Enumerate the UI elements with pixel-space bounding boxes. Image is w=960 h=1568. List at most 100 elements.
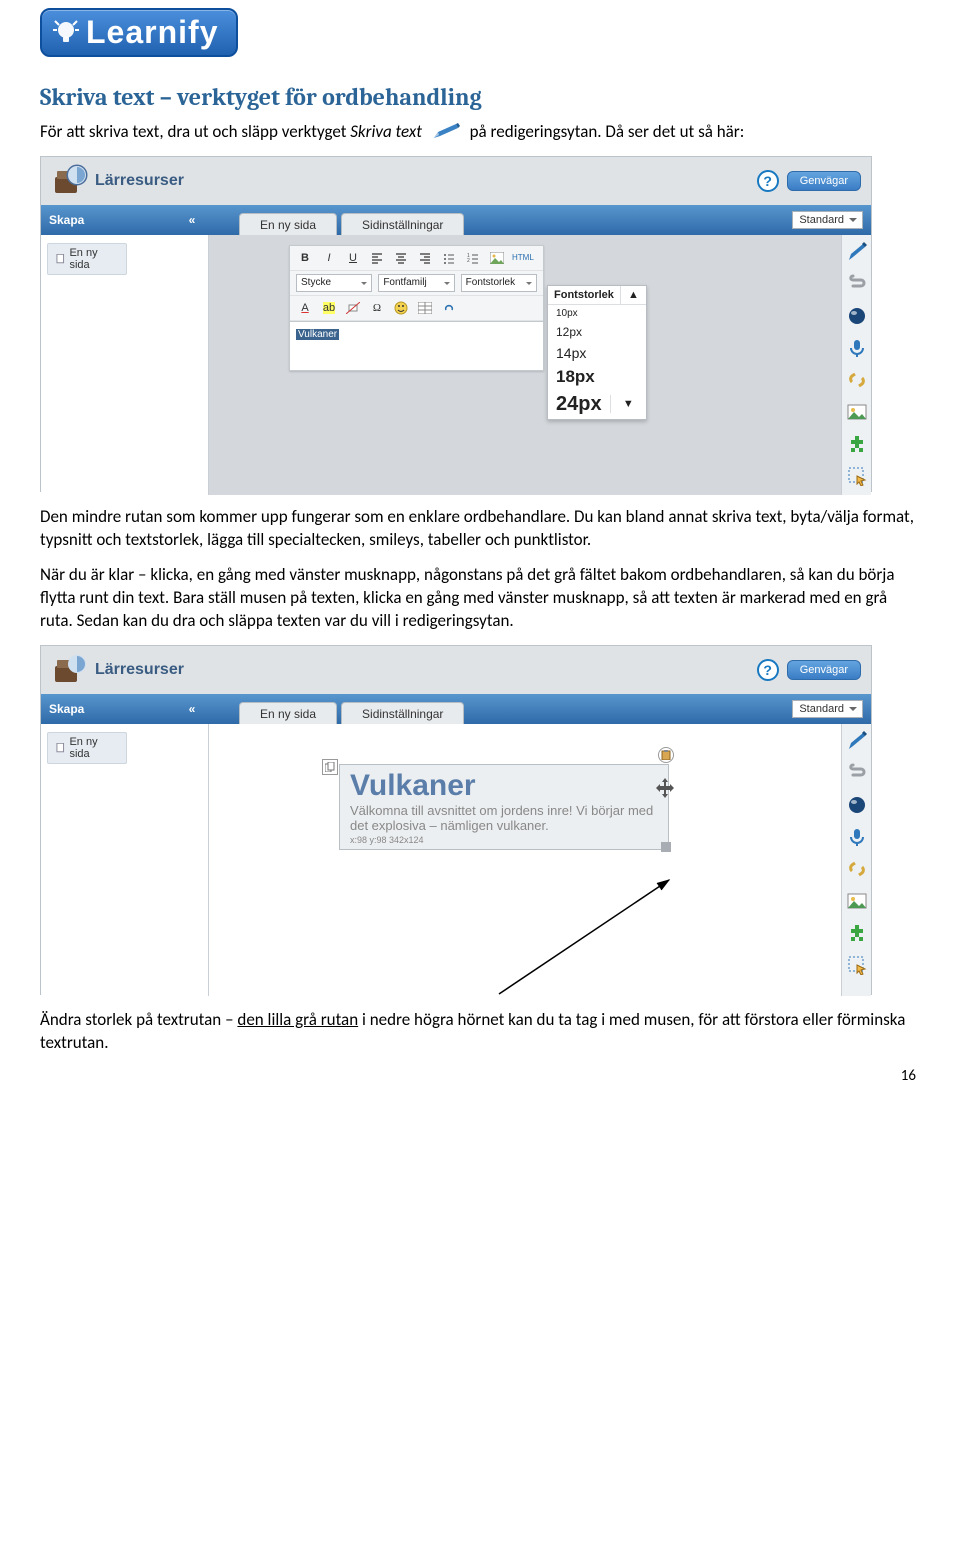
align-center-icon[interactable] <box>392 249 410 267</box>
logo-text: Learnify <box>86 14 218 51</box>
tab-new-page[interactable]: En ny sida <box>239 702 337 725</box>
sidebar-item-newpage[interactable]: En ny sida <box>47 243 127 275</box>
textcolor-icon[interactable]: A <box>296 299 314 317</box>
stripe-label: Skapa <box>49 702 84 716</box>
html-button[interactable]: HTML <box>512 249 534 267</box>
help-icon[interactable]: ? <box>757 659 779 681</box>
doc-heading: Skriva text – verktyget för ordbehandlin… <box>40 83 920 111</box>
scroll-up-icon[interactable]: ▲ <box>620 286 646 304</box>
edit-canvas[interactable]: Vulkaner Välkomna till avsnittet om jord… <box>209 724 871 996</box>
clip-tool-icon[interactable] <box>846 762 868 784</box>
underline-button[interactable]: U <box>344 249 362 267</box>
page-icon <box>56 743 65 753</box>
app-banner: Lärresurser ? Genvägar <box>41 646 871 694</box>
mic-tool-icon[interactable] <box>846 337 868 359</box>
resources-icon <box>51 650 91 690</box>
annotation-arrow-icon <box>459 874 719 1004</box>
editor-text: Vulkaner <box>296 329 339 340</box>
sidebar-item-newpage[interactable]: En ny sida <box>47 732 127 764</box>
plugin-tool-icon[interactable] <box>846 433 868 455</box>
text-editor: B I U 12 <box>289 245 544 371</box>
link-tool-icon[interactable] <box>846 858 868 880</box>
textblock-meta: x:98 y:98 342x124 <box>350 835 658 845</box>
textblock-body: Välkomna till avsnittet om jordens inre!… <box>350 803 658 833</box>
shortcuts-button[interactable]: Genvägar <box>787 660 861 680</box>
logo: Learnify <box>40 8 238 57</box>
resources-icon <box>51 161 91 201</box>
screenshot-textblock: Lärresurser ? Genvägar Skapa « En ny sid… <box>40 645 872 995</box>
tab-page-settings[interactable]: Sidinställningar <box>341 702 464 725</box>
list-ul-icon[interactable] <box>440 249 458 267</box>
layout-select[interactable]: Standard <box>792 700 863 718</box>
stripe-label: Skapa <box>49 213 84 227</box>
pencil-icon <box>432 122 460 140</box>
move-icon[interactable] <box>654 777 676 799</box>
fontsize-option[interactable]: 24px <box>548 390 610 419</box>
mic-tool-icon[interactable] <box>846 826 868 848</box>
bold-button[interactable]: B <box>296 249 314 267</box>
fontsize-option[interactable]: 10px <box>548 305 646 322</box>
tab-page-settings[interactable]: Sidinställningar <box>341 213 464 236</box>
paragraph-1: För att skriva text, dra ut och släpp ve… <box>40 119 920 144</box>
paragraph-3: När du är klar – klicka, en gång med vän… <box>40 564 920 633</box>
font-family-select[interactable]: Fontfamilj <box>378 274 454 292</box>
collapse-icon[interactable]: « <box>183 213 201 227</box>
layout-select[interactable]: Standard <box>792 211 863 229</box>
link-icon[interactable] <box>440 299 458 317</box>
list-ol-icon[interactable]: 12 <box>464 249 482 267</box>
picture-tool-icon[interactable] <box>846 890 868 912</box>
ball-tool-icon[interactable] <box>846 794 868 816</box>
tool-rail <box>841 724 871 996</box>
style-select[interactable]: Stycke <box>296 274 372 292</box>
fontsize-popup: Fontstorlek ▲ 10px 12px 14px 18px 24px ▼ <box>547 285 647 420</box>
pencil-tool-icon[interactable] <box>846 241 868 263</box>
smiley-icon[interactable] <box>392 299 410 317</box>
paragraph-2: Den mindre rutan som kommer upp fungerar… <box>40 506 920 552</box>
toolbar-stripe: Skapa « En ny sida Sidinställningar Stan… <box>41 205 871 235</box>
collapse-icon[interactable]: « <box>183 702 201 716</box>
tool-rail <box>841 235 871 495</box>
italic-button[interactable]: I <box>320 249 338 267</box>
screenshot-editor: Lärresurser ? Genvägar Skapa « En ny sid… <box>40 156 872 492</box>
fontsize-option[interactable]: 14px <box>548 342 646 364</box>
textblock-title: Vulkaner <box>350 771 658 801</box>
fontsize-popup-title: Fontstorlek <box>548 286 620 304</box>
help-icon[interactable]: ? <box>757 170 779 192</box>
picture-tool-icon[interactable] <box>846 401 868 423</box>
clipboard-icon[interactable] <box>658 747 674 763</box>
select-tool-icon[interactable] <box>846 465 868 487</box>
page-number: 16 <box>40 1067 920 1085</box>
copy-icon[interactable] <box>322 759 338 775</box>
select-tool-icon[interactable] <box>846 954 868 976</box>
shortcuts-button[interactable]: Genvägar <box>787 171 861 191</box>
align-left-icon[interactable] <box>368 249 386 267</box>
clear-format-icon[interactable] <box>344 299 362 317</box>
clip-tool-icon[interactable] <box>846 273 868 295</box>
editor-body[interactable]: Vulkaner <box>290 321 543 370</box>
ball-tool-icon[interactable] <box>846 305 868 327</box>
link-tool-icon[interactable] <box>846 369 868 391</box>
fontsize-option[interactable]: 18px <box>548 364 646 390</box>
table-icon[interactable] <box>416 299 434 317</box>
svg-text:2: 2 <box>467 258 470 264</box>
edit-canvas[interactable]: B I U 12 <box>209 235 871 495</box>
omega-icon[interactable]: Ω <box>368 299 386 317</box>
tab-new-page[interactable]: En ny sida <box>239 213 337 236</box>
fontsize-option[interactable]: 12px <box>548 322 646 342</box>
banner-title: Lärresurser <box>95 172 184 190</box>
bulb-icon <box>52 18 80 48</box>
align-right-icon[interactable] <box>416 249 434 267</box>
page-sidebar: En ny sida <box>41 235 209 495</box>
app-banner: Lärresurser ? Genvägar <box>41 157 871 205</box>
movable-text-block[interactable]: Vulkaner Välkomna till avsnittet om jord… <box>339 764 669 850</box>
scroll-down-icon[interactable]: ▼ <box>610 395 646 413</box>
page-icon <box>56 254 65 264</box>
font-size-select[interactable]: Fontstorlek <box>461 274 537 292</box>
toolbar-stripe: Skapa « En ny sida Sidinställningar Stan… <box>41 694 871 724</box>
image-icon[interactable] <box>488 249 506 267</box>
pencil-tool-icon[interactable] <box>846 730 868 752</box>
resize-handle[interactable] <box>661 842 671 852</box>
page-sidebar: En ny sida <box>41 724 209 996</box>
hilite-icon[interactable]: ab <box>320 299 338 317</box>
plugin-tool-icon[interactable] <box>846 922 868 944</box>
